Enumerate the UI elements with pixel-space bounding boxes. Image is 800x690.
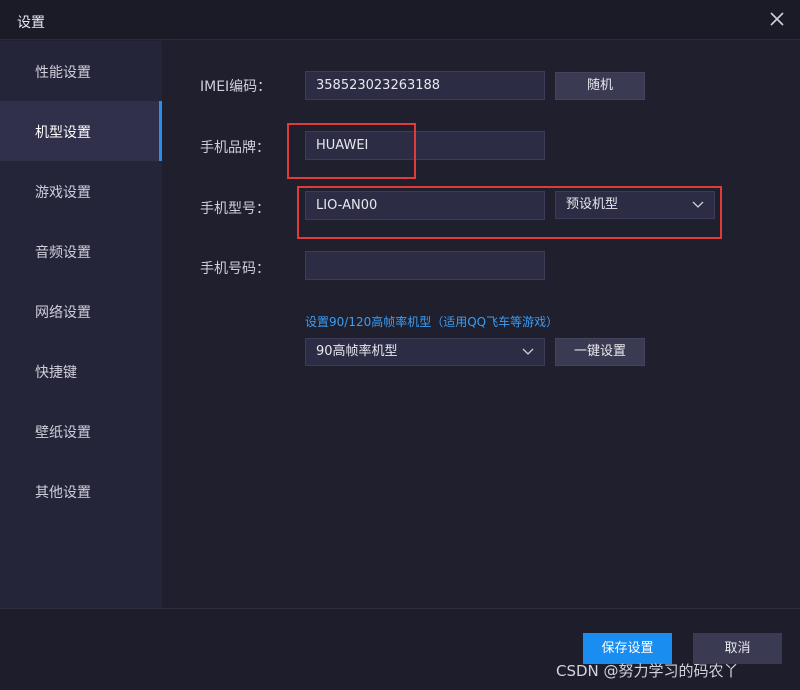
sidebar-item-other[interactable]: 其他设置	[0, 461, 162, 521]
sidebar-item-label: 游戏设置	[35, 185, 91, 201]
title-bar: 设置	[0, 0, 800, 40]
window-title: 设置	[17, 15, 45, 31]
sidebar-item-label: 其他设置	[35, 485, 91, 501]
sidebar-item-network[interactable]: 网络设置	[0, 281, 162, 341]
chevron-down-icon	[692, 201, 704, 208]
sidebar-item-label: 壁纸设置	[35, 425, 91, 441]
phone-input[interactable]	[305, 251, 545, 280]
sidebar-item-shortcuts[interactable]: 快捷键	[0, 341, 162, 401]
sidebar-item-device-model[interactable]: 机型设置	[0, 101, 162, 161]
sidebar-item-label: 快捷键	[35, 365, 77, 381]
imei-input[interactable]: 358523023263188	[305, 71, 545, 100]
sidebar-item-label: 网络设置	[35, 305, 91, 321]
random-button[interactable]: 随机	[555, 72, 645, 100]
phone-label: 手机号码：	[200, 261, 270, 277]
sidebar-item-label: 机型设置	[35, 125, 91, 141]
high-frame-rate-select-value: 90高帧率机型	[316, 344, 398, 359]
sidebar-item-game[interactable]: 游戏设置	[0, 161, 162, 221]
watermark-text: CSDN @努力学习的码农丫	[556, 662, 739, 680]
sidebar-item-performance[interactable]: 性能设置	[0, 41, 162, 101]
sidebar-item-label: 性能设置	[35, 65, 91, 81]
chevron-down-icon	[522, 348, 534, 355]
preset-model-select[interactable]: 预设机型	[555, 191, 715, 219]
high-frame-rate-link[interactable]: 设置90/120高帧率机型（适用QQ飞车等游戏）	[305, 313, 558, 330]
sidebar-item-audio[interactable]: 音频设置	[0, 221, 162, 281]
settings-panel: IMEI编码： 358523023263188 随机 手机品牌： HUAWEI …	[162, 41, 800, 608]
brand-label: 手机品牌：	[200, 140, 270, 156]
model-input[interactable]: LIO-AN00	[305, 191, 545, 220]
high-frame-rate-select[interactable]: 90高帧率机型	[305, 338, 545, 366]
imei-label: IMEI编码：	[200, 79, 272, 95]
sidebar: 性能设置 机型设置 游戏设置 音频设置 网络设置 快捷键 壁纸设置 其他设置	[0, 41, 162, 608]
sidebar-item-label: 音频设置	[35, 245, 91, 261]
preset-model-select-value: 预设机型	[566, 197, 619, 212]
sidebar-item-wallpaper[interactable]: 壁纸设置	[0, 401, 162, 461]
one-key-setup-button[interactable]: 一键设置	[555, 338, 645, 366]
model-label: 手机型号：	[200, 201, 270, 217]
brand-input[interactable]: HUAWEI	[305, 131, 545, 160]
close-icon[interactable]	[768, 10, 786, 28]
